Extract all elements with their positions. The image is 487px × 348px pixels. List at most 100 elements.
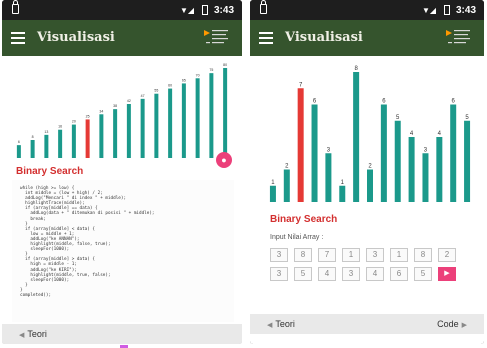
array-cell[interactable]: 5 bbox=[294, 267, 312, 281]
app-bar: Visualisasi bbox=[250, 20, 484, 56]
array-cell[interactable]: 3 bbox=[366, 248, 384, 262]
array-cell[interactable]: 2 bbox=[438, 248, 456, 262]
bar bbox=[325, 153, 332, 202]
lock-icon bbox=[12, 0, 19, 14]
section-title: Binary Search bbox=[16, 166, 84, 177]
bar bbox=[209, 73, 214, 158]
play-icon[interactable]: ▶ bbox=[438, 267, 456, 281]
battery-icon bbox=[444, 5, 450, 15]
bar-value-label: 25 bbox=[86, 114, 90, 118]
bar bbox=[44, 134, 49, 158]
bar-value-label: 1 bbox=[271, 180, 275, 186]
bar-value-label: 60 bbox=[168, 84, 172, 88]
bar bbox=[181, 83, 186, 158]
array-cell[interactable]: 7 bbox=[318, 248, 336, 262]
content-area: 6 8 13 16 20 25 34 38 42 47 55 60 65 70 75 80 ● Binary … bbox=[2, 56, 242, 344]
bar-chart-svg: 6 8 13 16 20 25 34 38 42 47 55 60 65 70 75 80 bbox=[16, 63, 228, 158]
screenshot-canvas: ▼◢ 3:43 Visualisasi 6 8 13 16 20 25 34 38 42 47 55… bbox=[0, 0, 487, 348]
bar bbox=[30, 140, 35, 158]
bar-chart: 1 2 7 6 3 1 8 2 6 5 4 3 4 6 5 bbox=[266, 60, 474, 210]
chevron-right-icon: ▶ bbox=[461, 322, 467, 329]
bar-value-label: 6 bbox=[313, 99, 317, 105]
array-cell[interactable]: 1 bbox=[342, 248, 360, 262]
bar bbox=[269, 185, 276, 202]
bar bbox=[408, 137, 415, 202]
bar bbox=[126, 104, 131, 158]
bar bbox=[223, 68, 228, 158]
bar-value-label: 65 bbox=[182, 78, 186, 82]
array-cell[interactable]: 4 bbox=[366, 267, 384, 281]
bar-value-label: 34 bbox=[99, 109, 103, 113]
bar-value-label: 16 bbox=[58, 125, 62, 129]
bar-value-label: 4 bbox=[410, 131, 414, 137]
battery-icon bbox=[202, 5, 208, 15]
bar-value-label: 5 bbox=[396, 115, 400, 121]
teori-button[interactable]: ◀ Teori bbox=[10, 327, 53, 341]
bar bbox=[353, 72, 360, 202]
bar-value-label: 38 bbox=[113, 104, 117, 108]
bottom-bar: ◀ Teori Code ▶ bbox=[250, 314, 484, 334]
bar bbox=[436, 137, 443, 202]
bar bbox=[450, 104, 457, 202]
array-cell[interactable]: 1 bbox=[390, 248, 408, 262]
teori-label: Teori bbox=[275, 319, 295, 329]
bar bbox=[283, 169, 290, 202]
array-cell[interactable]: 8 bbox=[294, 248, 312, 262]
section-title: Binary Search bbox=[270, 214, 338, 225]
bar bbox=[464, 120, 471, 202]
array-cell[interactable]: 4 bbox=[318, 267, 336, 281]
code-block: while (high >= low) { int middle = (low … bbox=[12, 180, 234, 322]
array-cell[interactable]: 3 bbox=[270, 267, 288, 281]
bar-value-label: 80 bbox=[223, 63, 227, 67]
code-button[interactable]: Code ▶ bbox=[431, 317, 476, 331]
bar-value-label: 42 bbox=[127, 99, 131, 103]
array-cell[interactable]: 8 bbox=[414, 248, 432, 262]
menu-icon[interactable] bbox=[259, 32, 273, 44]
teori-button[interactable]: ◀ Teori bbox=[258, 317, 301, 331]
app-bar: Visualisasi bbox=[2, 20, 242, 56]
bar bbox=[367, 169, 373, 202]
bar-value-label: 5 bbox=[465, 115, 469, 121]
bar bbox=[85, 119, 90, 158]
bar-value-label: 4 bbox=[438, 131, 442, 137]
lock-icon bbox=[260, 0, 267, 14]
bar bbox=[311, 104, 318, 202]
play-circle-icon[interactable]: ● bbox=[216, 152, 232, 168]
bar bbox=[140, 98, 145, 158]
app-title: Visualisasi bbox=[37, 30, 115, 45]
array-cell[interactable]: 3 bbox=[342, 267, 360, 281]
array-cell[interactable]: 5 bbox=[414, 267, 432, 281]
chevron-left-icon: ◀ bbox=[267, 322, 273, 329]
bar bbox=[422, 153, 429, 202]
bar-value-label: 55 bbox=[154, 89, 158, 93]
bar-value-label: 8 bbox=[32, 135, 34, 139]
phone-left: ▼◢ 3:43 Visualisasi 6 8 13 16 20 25 34 38 42 47 55… bbox=[2, 0, 242, 344]
code-label: Code bbox=[437, 319, 459, 329]
status-bar: ▼◢ 3:43 bbox=[2, 0, 242, 20]
signal-icon: ▼◢ bbox=[422, 6, 437, 15]
array-cell[interactable]: 3 bbox=[270, 248, 288, 262]
bar-chart-svg: 1 2 7 6 3 1 8 2 6 5 4 3 4 6 5 bbox=[269, 66, 471, 202]
code-line: completed(); bbox=[20, 292, 52, 298]
phone-right: ▼◢ 3:43 Visualisasi 127631826543465 Bina… bbox=[250, 0, 484, 344]
bar-value-label: 8 bbox=[354, 66, 358, 72]
bar-value-label: 2 bbox=[285, 164, 289, 170]
chevron-left-icon: ◀ bbox=[19, 332, 25, 339]
app-title: Visualisasi bbox=[285, 30, 363, 45]
menu-icon[interactable] bbox=[11, 32, 25, 44]
bar bbox=[297, 88, 304, 202]
bar bbox=[16, 145, 21, 158]
bar-value-label: 20 bbox=[72, 120, 76, 124]
teori-label: Teori bbox=[27, 329, 47, 339]
bar-value-label: 7 bbox=[299, 82, 303, 88]
bar bbox=[71, 124, 76, 158]
bar-value-label: 75 bbox=[209, 68, 213, 72]
bar-value-label: 3 bbox=[327, 147, 331, 153]
app-logo-icon bbox=[446, 30, 470, 44]
bar bbox=[195, 78, 200, 158]
bar-value-label: 6 bbox=[18, 140, 20, 144]
status-bar: ▼◢ 3:43 bbox=[250, 0, 484, 20]
bar bbox=[339, 185, 346, 202]
array-cell[interactable]: 6 bbox=[390, 267, 408, 281]
status-time: 3:43 bbox=[214, 5, 235, 16]
